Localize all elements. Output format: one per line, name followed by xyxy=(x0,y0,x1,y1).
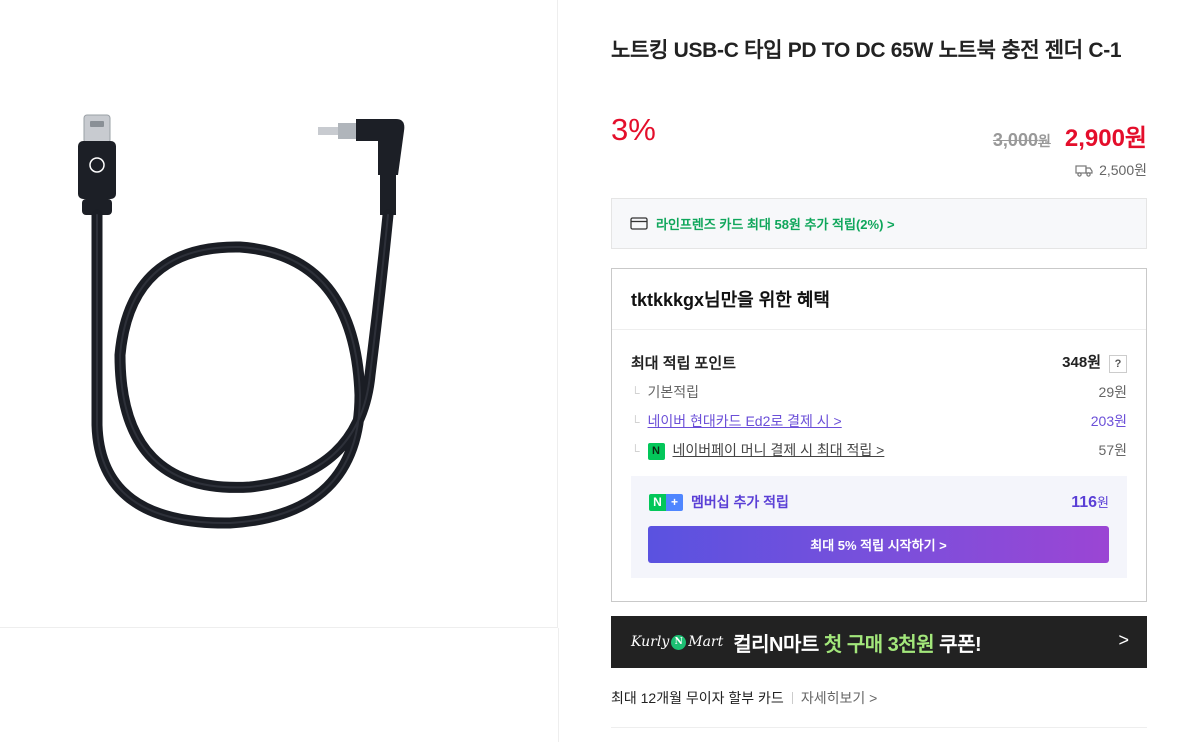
start-membership-button[interactable]: 최대 5% 적립 시작하기 > xyxy=(648,526,1109,563)
kurly-promo-text: 컬리N마트 첫 구매 3천원 쿠폰! xyxy=(733,628,981,657)
original-price-value: 3,000 xyxy=(992,130,1038,150)
naverpay-link[interactable]: 네이버페이 머니 결제 시 최대 적립 > xyxy=(673,442,885,458)
kurly-logo-dot: N xyxy=(671,634,687,650)
point-row-hyundai-card-value: 203원 xyxy=(1090,413,1127,429)
tree-branch-icon: └ xyxy=(631,444,640,458)
chevron-right-icon[interactable]: > xyxy=(1118,630,1129,651)
kurly-mart-banner[interactable]: Kurly N Mart 컬리N마트 첫 구매 3천원 쿠폰! > xyxy=(611,616,1147,668)
help-icon[interactable]: ? xyxy=(1109,355,1127,373)
product-title: 노트킹 USB-C 타입 PD TO DC 65W 노트북 충전 젠더 C-1 xyxy=(611,39,1122,62)
max-point-value: 348원 xyxy=(1062,354,1101,371)
naverpay-icon: N xyxy=(647,442,665,460)
left-divider xyxy=(558,628,559,742)
product-image-pane xyxy=(0,0,558,628)
kurly-text-prefix: 컬리N마트 xyxy=(733,633,824,656)
product-image[interactable] xyxy=(60,95,420,535)
kurly-logo-left: Kurly xyxy=(631,634,670,650)
max-point-row: 최대 적립 포인트 348원? xyxy=(631,351,1127,373)
benefit-box: tktkkkgx님만을 위한 혜택 최대 적립 포인트 348원? └ 기본적립 … xyxy=(611,268,1147,602)
point-row-hyundai-card[interactable]: └ 네이버 현대카드 Ed2로 결제 시 > 203원 xyxy=(631,411,1127,431)
kurly-mart-logo: Kurly N Mart xyxy=(631,634,723,650)
benefit-header: tktkkkgx님만을 위한 혜택 xyxy=(612,269,1146,330)
discount-rate: 3% xyxy=(611,112,656,147)
membership-line: N + 멤버십 추가 적립 116원 xyxy=(649,492,1109,512)
point-row-naverpay-label-wrap: └ N 네이버페이 머니 결제 시 최대 적립 > xyxy=(631,440,884,460)
point-row-basic: └ 기본적립 29원 xyxy=(631,382,1127,402)
bottom-divider xyxy=(611,727,1147,728)
point-row-naverpay-value: 57원 xyxy=(1098,442,1127,458)
membership-label-wrap: N + 멤버십 추가 적립 xyxy=(649,492,789,512)
shipping-fee: 2,500원 xyxy=(1075,160,1147,180)
installment-more-link[interactable]: 자세히보기 > xyxy=(801,688,877,708)
point-row-basic-label-wrap: └ 기본적립 xyxy=(631,382,699,402)
credit-card-icon xyxy=(630,217,648,230)
truck-icon xyxy=(1075,164,1093,177)
membership-value-number: 116 xyxy=(1071,494,1098,511)
original-price-unit: 원 xyxy=(1037,133,1051,149)
point-row-naverpay[interactable]: └ N 네이버페이 머니 결제 시 최대 적립 > 57원 xyxy=(631,440,1127,460)
kurly-text-highlight: 첫 구매 3천원 xyxy=(823,633,935,656)
hyundai-card-link[interactable]: 네이버 현대카드 Ed2로 결제 시 > xyxy=(648,413,842,429)
tree-branch-icon: └ xyxy=(631,415,640,429)
kurly-logo-right: Mart xyxy=(688,634,724,650)
original-price: 3,000원 xyxy=(993,130,1051,151)
price-row: 3,000원 2,900원 xyxy=(993,118,1147,153)
membership-panel: N + 멤버십 추가 적립 116원 최대 5% 적립 시작하기 > xyxy=(631,476,1127,578)
max-point-label: 최대 적립 포인트 xyxy=(631,354,736,372)
point-row-basic-value: 29원 xyxy=(1098,384,1127,400)
max-point-value-wrap: 348원? xyxy=(1062,351,1127,373)
membership-value-unit: 원 xyxy=(1097,495,1109,510)
installment-text: 최대 12개월 무이자 할부 카드 xyxy=(611,690,784,706)
card-promo-banner[interactable]: 라인프렌즈 카드 최대 58원 추가 적립(2%) > xyxy=(611,198,1147,249)
point-row-basic-label: 기본적립 xyxy=(647,384,700,400)
point-row-hyundai-card-label-wrap: └ 네이버 현대카드 Ed2로 결제 시 > xyxy=(631,411,842,431)
kurly-text-suffix: 쿠폰! xyxy=(934,633,982,656)
membership-value: 116원 xyxy=(1071,492,1109,512)
tree-branch-icon: └ xyxy=(631,386,640,400)
installment-info: 최대 12개월 무이자 할부 카드 자세히보기 > xyxy=(611,688,877,708)
card-promo-text: 라인프렌즈 카드 최대 58원 추가 적립(2%) > xyxy=(656,217,895,232)
shipping-fee-value: 2,500원 xyxy=(1099,162,1147,178)
installment-divider xyxy=(791,692,793,704)
membership-label: 멤버십 추가 적립 xyxy=(691,494,789,510)
sale-price: 2,900원 xyxy=(1064,125,1147,152)
naver-plus-icon: N + xyxy=(649,493,683,511)
